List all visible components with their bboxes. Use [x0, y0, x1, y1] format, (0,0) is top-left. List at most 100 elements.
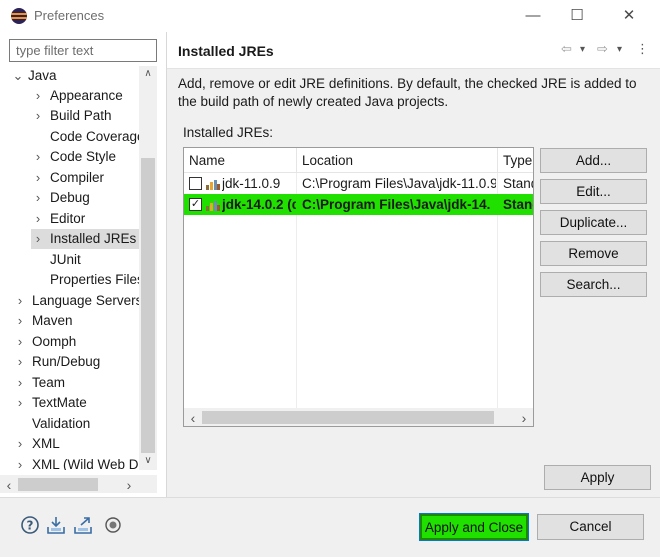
back-menu-icon[interactable]: ▾ — [580, 44, 585, 55]
jre-library-icon — [206, 201, 220, 211]
edit-button[interactable]: Edit... — [540, 179, 647, 204]
page-description: Add, remove or edit JRE definitions. By … — [178, 76, 637, 109]
chevron-right-icon[interactable]: › — [13, 291, 27, 311]
filter-input[interactable] — [9, 39, 157, 62]
tree-horizontal-scrollbar[interactable]: ‹ › — [0, 475, 157, 493]
column-header-type[interactable]: Type — [498, 148, 533, 173]
tree-item-label: Oomph — [32, 334, 77, 349]
chevron-right-icon[interactable]: › — [31, 168, 45, 188]
jre-name: jdk-11.0.9 — [222, 176, 281, 191]
tree-item-label: Maven — [32, 313, 73, 328]
forward-arrow-icon[interactable]: ⇨ — [597, 41, 608, 57]
tree-item-language-servers[interactable]: › Language Servers — [13, 291, 139, 311]
scroll-up-icon[interactable]: ∧ — [139, 68, 157, 79]
tree-item-properties-files[interactable]: Properties Files — [50, 270, 139, 290]
jre-checkbox-checked[interactable]: ✓ — [189, 198, 202, 211]
scrollbar-thumb[interactable] — [202, 411, 494, 424]
back-arrow-icon[interactable]: ⇦ — [561, 41, 572, 57]
chevron-right-icon[interactable]: › — [31, 147, 45, 167]
add-button[interactable]: Add... — [540, 148, 647, 173]
tree-item-xml-wild-web-developer[interactable]: › XML (Wild Web Developer) — [13, 455, 139, 470]
apply-and-close-button[interactable]: Apply and Close — [419, 513, 529, 541]
scroll-down-icon[interactable]: ∨ — [139, 455, 157, 466]
scroll-left-icon[interactable]: ‹ — [184, 410, 202, 426]
chevron-right-icon[interactable]: › — [31, 106, 45, 126]
jre-type: Standard VM — [503, 176, 533, 191]
tree-item-label: Team — [32, 375, 66, 390]
duplicate-button[interactable]: Duplicate... — [540, 210, 647, 235]
table-horizontal-scrollbar[interactable]: ‹ › — [184, 408, 533, 426]
tree-vertical-scrollbar[interactable]: ∧ ∨ — [139, 66, 157, 470]
chevron-right-icon[interactable]: › — [13, 393, 27, 413]
tree-item-debug[interactable]: › Debug — [31, 188, 90, 208]
tree-item-label: JUnit — [50, 252, 81, 267]
table-row[interactable]: jdk-11.0.9 C:\Program Files\Java\jdk-11.… — [184, 173, 533, 194]
jre-table: Name Location Type jdk-11.0.9 C:\Program… — [183, 147, 534, 427]
table-row-selected[interactable]: ✓ jdk-14.0.2 (default) C:\Program Files\… — [184, 194, 533, 215]
view-menu-icon[interactable]: ⋮ — [636, 41, 649, 57]
jre-checkbox[interactable] — [189, 177, 202, 190]
maximize-button[interactable]: ☐ — [567, 6, 587, 26]
tree-item-run-debug[interactable]: › Run/Debug — [13, 352, 100, 372]
jre-location-text: C:\Program Files\Java\jdk-14.0.2 — [302, 197, 490, 212]
jre-name: jdk-14.0.2 (default) — [222, 194, 296, 215]
tree-item-installed-jres[interactable]: › Installed JREs — [31, 229, 139, 249]
forward-menu-icon[interactable]: ▾ — [617, 44, 622, 55]
tree-item-junit[interactable]: JUnit — [50, 250, 81, 270]
scroll-right-icon[interactable]: › — [120, 477, 138, 493]
tree-item-compiler[interactable]: › Compiler — [31, 168, 104, 188]
tree-item-label: Code Style — [50, 149, 117, 164]
scroll-right-icon[interactable]: › — [515, 410, 533, 426]
tree-item-label: Installed JREs — [50, 231, 137, 246]
chevron-right-icon[interactable]: › — [13, 434, 27, 454]
chevron-right-icon[interactable]: › — [31, 86, 45, 106]
tree-item-oomph[interactable]: › Oomph — [13, 332, 76, 352]
chevron-right-icon[interactable]: › — [13, 373, 27, 393]
jre-library-icon — [206, 180, 220, 190]
tree-item-textmate[interactable]: › TextMate — [13, 393, 87, 413]
tree-item-editor[interactable]: › Editor — [31, 209, 85, 229]
search-button[interactable]: Search... — [540, 272, 647, 297]
chevron-right-icon[interactable]: › — [31, 229, 45, 249]
chevron-right-icon[interactable]: › — [31, 209, 45, 229]
jre-location: C:\Program Files\Java\jdk-11.0.9 — [302, 176, 496, 191]
chevron-right-icon[interactable]: › — [13, 455, 27, 470]
tree-item-label: Language Servers — [32, 293, 139, 308]
tree-item-label: Run/Debug — [32, 354, 101, 369]
tree-item-build-path[interactable]: › Build Path — [31, 106, 112, 126]
remove-button[interactable]: Remove — [540, 241, 647, 266]
export-icon[interactable] — [73, 515, 93, 535]
apply-button[interactable]: Apply — [544, 465, 651, 490]
cancel-button[interactable]: Cancel — [537, 514, 644, 540]
jre-type: Standard VM — [503, 197, 533, 212]
minimize-button[interactable]: — — [523, 6, 543, 26]
tree-item-code-style[interactable]: › Code Style — [31, 147, 116, 167]
eclipse-logo-icon — [11, 8, 27, 24]
tree-item-java[interactable]: ⌄ Java — [11, 66, 57, 86]
chevron-right-icon[interactable]: › — [13, 332, 27, 352]
window-title: Preferences — [34, 8, 105, 23]
help-icon[interactable]: ? — [20, 515, 40, 535]
tree-item-label: TextMate — [32, 395, 87, 410]
chevron-right-icon[interactable]: › — [13, 311, 27, 331]
column-header-name[interactable]: Name — [184, 148, 297, 173]
column-header-location[interactable]: Location — [297, 148, 498, 173]
tree-item-validation[interactable]: Validation — [32, 414, 90, 434]
chevron-right-icon[interactable]: › — [31, 188, 45, 208]
scrollbar-thumb[interactable] — [141, 158, 155, 453]
tree-item-label: Appearance — [50, 88, 123, 103]
pane-splitter[interactable] — [166, 32, 167, 497]
import-icon[interactable] — [46, 515, 66, 535]
tree-item-xml[interactable]: › XML — [13, 434, 60, 454]
preferences-tree: ⌄ Java › Appearance › Build Path Code Cover… — [0, 66, 139, 470]
tree-item-team[interactable]: › Team — [13, 373, 65, 393]
tree-item-maven[interactable]: › Maven — [13, 311, 73, 331]
chevron-down-icon[interactable]: ⌄ — [11, 66, 25, 86]
close-button[interactable]: ✕ — [619, 6, 639, 26]
chevron-right-icon[interactable]: › — [13, 352, 27, 372]
tree-item-code-coverage[interactable]: Code Coverage — [50, 127, 139, 147]
scrollbar-thumb[interactable] — [18, 478, 98, 491]
record-icon[interactable] — [103, 515, 123, 535]
tree-item-appearance[interactable]: › Appearance — [31, 86, 123, 106]
scroll-left-icon[interactable]: ‹ — [0, 477, 18, 493]
